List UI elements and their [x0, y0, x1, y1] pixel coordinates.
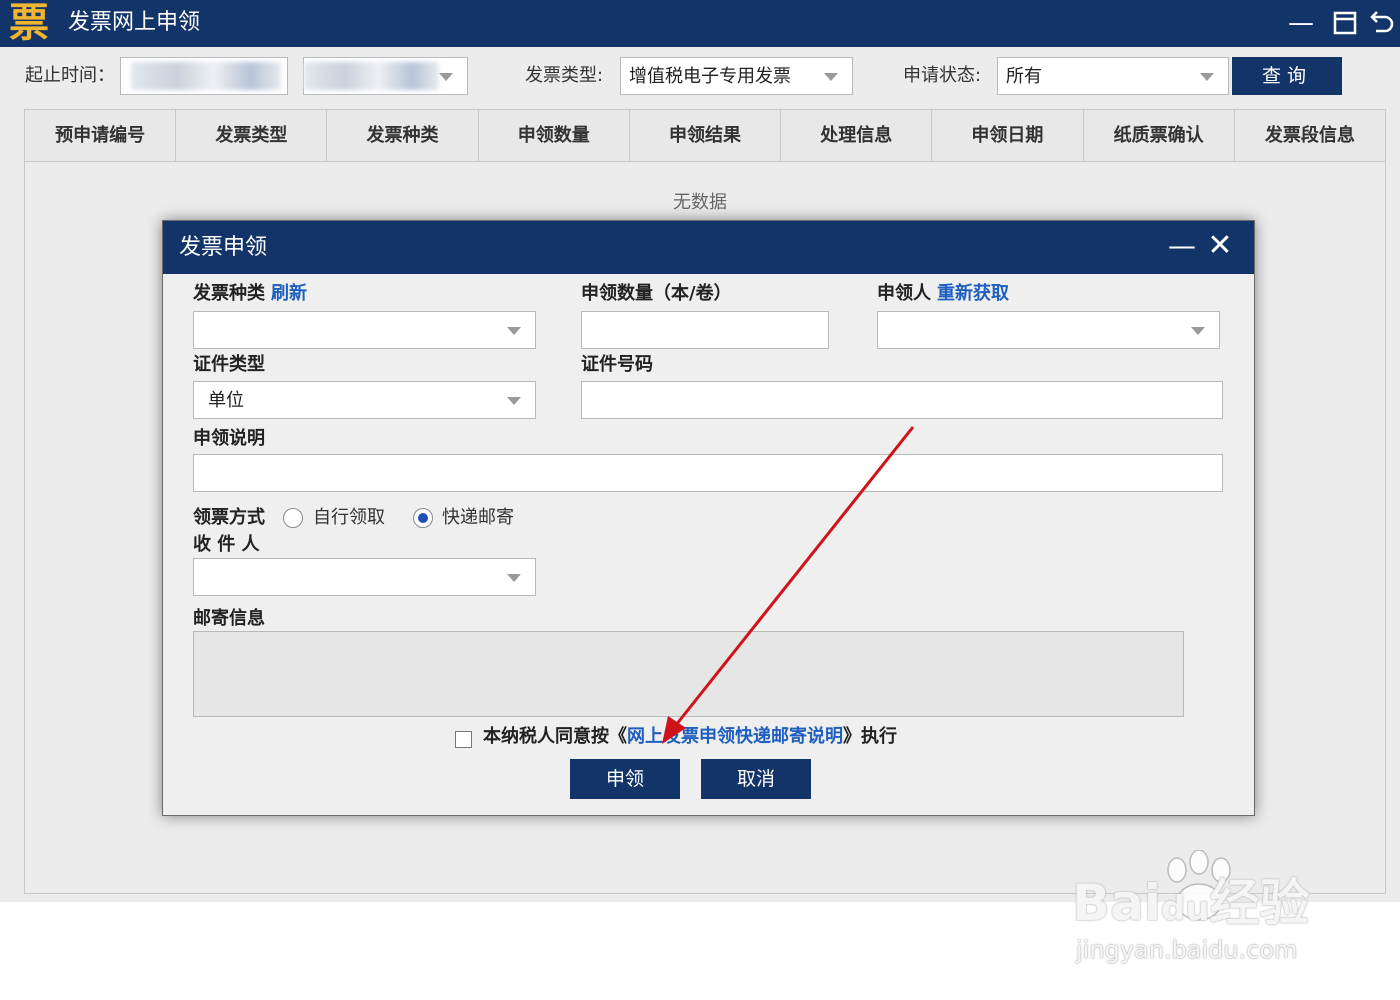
dialog-header: 发票申领 — ✕ [163, 221, 1254, 274]
applicant-select[interactable] [877, 311, 1220, 349]
applicant-label-text: 申领人 [877, 283, 931, 304]
watermark-brand-text: Bai [1072, 874, 1161, 932]
status-value: 所有 [1006, 66, 1042, 87]
invoice-kind-select[interactable] [193, 311, 536, 349]
chevron-down-icon [824, 73, 838, 81]
agree-suffix: 》执行 [843, 726, 897, 747]
status-label: 申请状态: [903, 65, 982, 86]
mail-instructions-link[interactable]: 网上发票申领快递邮寄说明 [627, 726, 843, 747]
recipient-label: 收 件 人 [193, 534, 260, 555]
grid-column-header[interactable]: 申领结果 [630, 110, 782, 161]
chevron-down-icon [507, 397, 521, 405]
mail-info-area [193, 631, 1184, 717]
app-title: 发票网上申领 [68, 10, 201, 35]
invoice-application-dialog: 发票申领 — ✕ 发票种类 刷新 申领数量（本/卷） 申领人 重新获取 证件类型 单… [162, 220, 1255, 816]
refresh-link[interactable]: 刷新 [271, 283, 307, 304]
invoice-type-value: 增值税电子专用发票 [629, 66, 791, 87]
grid-header: 预申请编号 发票类型 发票种类 申领数量 申领结果 处理信息 申领日期 纸质票确认 发票段信息 [24, 109, 1386, 162]
dialog-title: 发票申领 [179, 235, 268, 260]
agree-text: 本纳税人同意按《网上发票申领快递邮寄说明》执行 [483, 723, 897, 751]
id-type-select[interactable]: 单位 [193, 381, 536, 419]
chevron-down-icon [507, 574, 521, 582]
invoice-kind-label-text: 发票种类 [193, 283, 265, 304]
invoice-kind-label: 发票种类 刷新 [193, 281, 307, 307]
app-logo-icon: 票 [9, 0, 49, 46]
mail-info-label: 邮寄信息 [193, 608, 265, 629]
radio-express-mail-label: 快递邮寄 [442, 507, 514, 528]
reacquire-link[interactable]: 重新获取 [937, 283, 1009, 304]
grid-column-header[interactable]: 申领日期 [932, 110, 1084, 161]
minimize-icon[interactable]: — [1284, 6, 1318, 40]
watermark-brand: Baidu经验 [1072, 875, 1310, 937]
id-type-value: 单位 [208, 390, 244, 411]
grid-column-header[interactable]: 发票类型 [176, 110, 328, 161]
end-date-field[interactable] [303, 57, 468, 95]
dialog-minimize-icon[interactable]: — [1167, 231, 1197, 261]
grid-column-header[interactable]: 发票段信息 [1235, 110, 1385, 161]
invoice-type-label: 发票类型: [525, 65, 604, 86]
agree-prefix: 本纳税人同意按《 [483, 726, 627, 747]
grid-column-header[interactable]: 预申请编号 [25, 110, 177, 161]
dialog-close-icon[interactable]: ✕ [1203, 229, 1237, 263]
cancel-button[interactable]: 取消 [701, 759, 811, 799]
quantity-input[interactable] [581, 311, 829, 349]
id-type-label: 证件类型 [193, 354, 265, 375]
restore-icon[interactable] [1328, 6, 1362, 40]
watermark-brand-tail: 经验 [1209, 874, 1310, 932]
recipient-select[interactable] [193, 558, 536, 596]
quantity-label: 申领数量（本/卷） [581, 283, 732, 304]
method-label: 领票方式 [193, 507, 265, 528]
grid-column-header[interactable]: 纸质票确认 [1084, 110, 1235, 161]
chevron-down-icon [507, 327, 521, 335]
watermark-brand-du: du [1161, 889, 1210, 929]
redacted-date [304, 62, 439, 90]
id-number-label: 证件号码 [581, 354, 653, 375]
chevron-down-icon [1200, 73, 1214, 81]
status-select[interactable]: 所有 [997, 57, 1229, 95]
grid-column-header[interactable]: 发票种类 [327, 110, 479, 161]
radio-self-pickup[interactable] [283, 508, 303, 528]
grid-column-header[interactable]: 申领数量 [479, 110, 630, 161]
chevron-down-icon [1191, 327, 1205, 335]
restore-icon-glyph [1333, 11, 1357, 35]
back-icon[interactable] [1364, 6, 1398, 40]
query-button[interactable]: 查询 [1232, 57, 1342, 95]
id-number-input[interactable] [581, 381, 1223, 419]
description-label: 申领说明 [193, 428, 265, 449]
start-date-field[interactable] [120, 57, 288, 95]
description-input[interactable] [193, 454, 1223, 492]
radio-express-mail[interactable] [413, 508, 433, 528]
invoice-type-select[interactable]: 增值税电子专用发票 [620, 57, 853, 95]
empty-state-text: 无数据 [673, 192, 727, 213]
applicant-label: 申领人 重新获取 [877, 281, 1009, 307]
watermark-url: jingyan.baidu.com [1076, 936, 1298, 964]
time-range-label: 起止时间： [25, 65, 115, 86]
agree-checkbox[interactable] [455, 731, 472, 748]
redacted-date [131, 62, 281, 90]
radio-self-pickup-label: 自行领取 [313, 507, 385, 528]
chevron-down-icon [439, 73, 453, 81]
grid-column-header[interactable]: 处理信息 [781, 110, 933, 161]
submit-button[interactable]: 申领 [570, 759, 680, 799]
title-bar: 票 发票网上申领 — [0, 0, 1400, 47]
back-icon-glyph [1370, 11, 1394, 33]
